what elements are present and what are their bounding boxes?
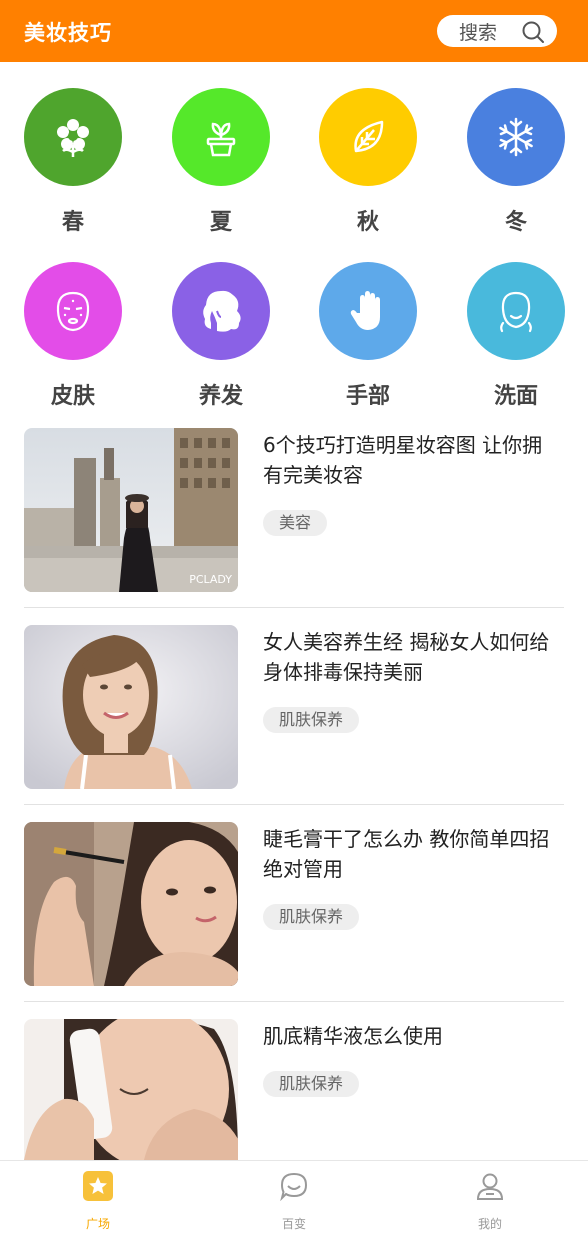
chat-bubble-icon [280, 1172, 308, 1202]
face-icon [500, 291, 532, 333]
category-label: 夏 [209, 210, 232, 235]
category-label: 手部 [345, 384, 390, 409]
potted-plant-icon [206, 122, 236, 157]
star-icon [83, 1171, 113, 1201]
search-button[interactable]: 搜索 [437, 15, 557, 47]
category-circle [319, 262, 417, 360]
article-thumbnail [24, 625, 238, 789]
article-tag: 肌肤保养 [263, 707, 360, 733]
article-title: 6个技巧打造明星妆容图 让你拥有完美妆容 [263, 433, 543, 487]
article-tag: 肌肤保养 [263, 1071, 360, 1097]
hair-icon [203, 290, 241, 332]
nav-label: 百变 [281, 1217, 306, 1231]
category-hands[interactable]: 手部 [319, 262, 417, 410]
article-item[interactable]: PCLADY 6个技巧打造明星妆容图 让你拥有完美妆容 美容 [0, 428, 588, 624]
divider [24, 804, 564, 805]
nav-label: 我的 [477, 1217, 502, 1231]
category-circle [172, 88, 270, 186]
category-circle [467, 262, 565, 360]
snowflake-icon [499, 117, 533, 157]
article-title: 女人美容养生经 揭秘女人如何给身体排毒保持美丽 [263, 630, 550, 684]
category-label: 养发 [198, 384, 243, 409]
category-spring[interactable]: 春 [24, 88, 122, 236]
nav-tab-variety[interactable]: 百变 [234, 1171, 354, 1232]
nav-label: 广场 [85, 1217, 110, 1231]
category-label: 春 [61, 210, 84, 235]
nav-tab-square[interactable]: 广场 [38, 1171, 158, 1232]
thumbnail-watermark: PCLADY [189, 573, 232, 586]
divider [24, 607, 564, 608]
category-circle [319, 88, 417, 186]
category-skin[interactable]: 皮肤 [24, 262, 122, 410]
article-item[interactable]: 女人美容养生经 揭秘女人如何给身体排毒保持美丽 肌肤保养 [0, 625, 588, 821]
leaf-icon [354, 120, 384, 153]
app-title: 美妆技巧 [24, 21, 112, 45]
category-face-wash[interactable]: 洗面 [467, 262, 565, 410]
category-summer[interactable]: 夏 [172, 88, 270, 236]
category-label: 皮肤 [50, 384, 95, 409]
user-icon [476, 1173, 504, 1200]
flower-icon [57, 119, 89, 157]
face-mask-icon [56, 291, 90, 332]
search-label: 搜索 [459, 21, 498, 44]
article-thumbnail [24, 822, 238, 986]
category-circle [24, 262, 122, 360]
article-tag: 肌肤保养 [263, 904, 360, 930]
article-thumbnail: PCLADY [24, 428, 238, 592]
article-tag: 美容 [263, 510, 328, 536]
bottom-nav: 广场 百变 我的 [0, 1160, 588, 1237]
category-winter[interactable]: 冬 [467, 88, 565, 236]
category-hair[interactable]: 养发 [172, 262, 270, 410]
article-item[interactable]: 睫毛膏干了怎么办 教你简单四招绝对管用 肌肤保养 [0, 822, 588, 1018]
divider [24, 1001, 564, 1002]
category-circle [467, 88, 565, 186]
nav-tab-mine[interactable]: 我的 [430, 1171, 550, 1232]
category-label: 秋 [356, 210, 379, 235]
category-circle [24, 88, 122, 186]
category-label: 冬 [504, 210, 527, 235]
article-thumbnail [24, 1019, 238, 1160]
article-title: 睫毛膏干了怎么办 教你简单四招绝对管用 [263, 827, 550, 881]
category-autumn[interactable]: 秋 [319, 88, 417, 236]
hand-icon [350, 291, 380, 330]
category-label: 洗面 [493, 384, 538, 409]
search-icon [522, 21, 544, 43]
app-header: 美妆技巧 搜索 [0, 0, 588, 62]
category-circle [172, 262, 270, 360]
article-title: 肌底精华液怎么使用 [263, 1024, 443, 1048]
